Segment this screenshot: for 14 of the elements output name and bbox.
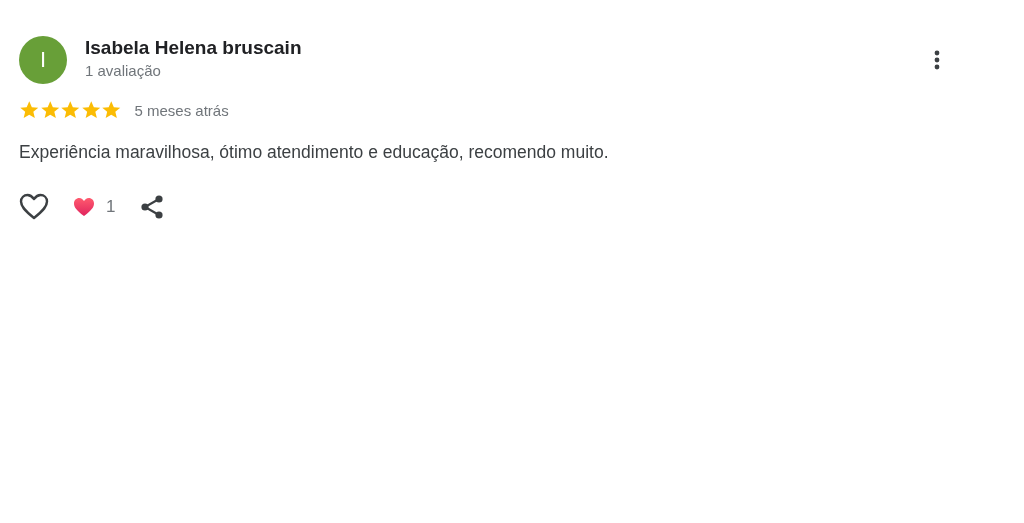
heart-icon <box>73 197 95 217</box>
share-icon[interactable] <box>139 194 166 220</box>
review-time: 5 meses atrás <box>134 101 229 119</box>
avatar: I <box>19 36 67 84</box>
heart-outline-icon[interactable] <box>19 193 49 221</box>
star-icon <box>60 100 81 120</box>
star-icon <box>101 100 122 120</box>
star-icon <box>80 100 101 120</box>
review-text: Experiência maravilhosa, ótimo atendimento e educação, recomendo muito. <box>19 142 610 163</box>
star-icon <box>39 100 60 120</box>
review-count: 1 avaliação <box>85 62 162 79</box>
author-name[interactable]: Isabela Helena bruscain <box>85 37 925 59</box>
star-icon <box>19 100 40 120</box>
reaction-count: 1 <box>106 197 116 217</box>
